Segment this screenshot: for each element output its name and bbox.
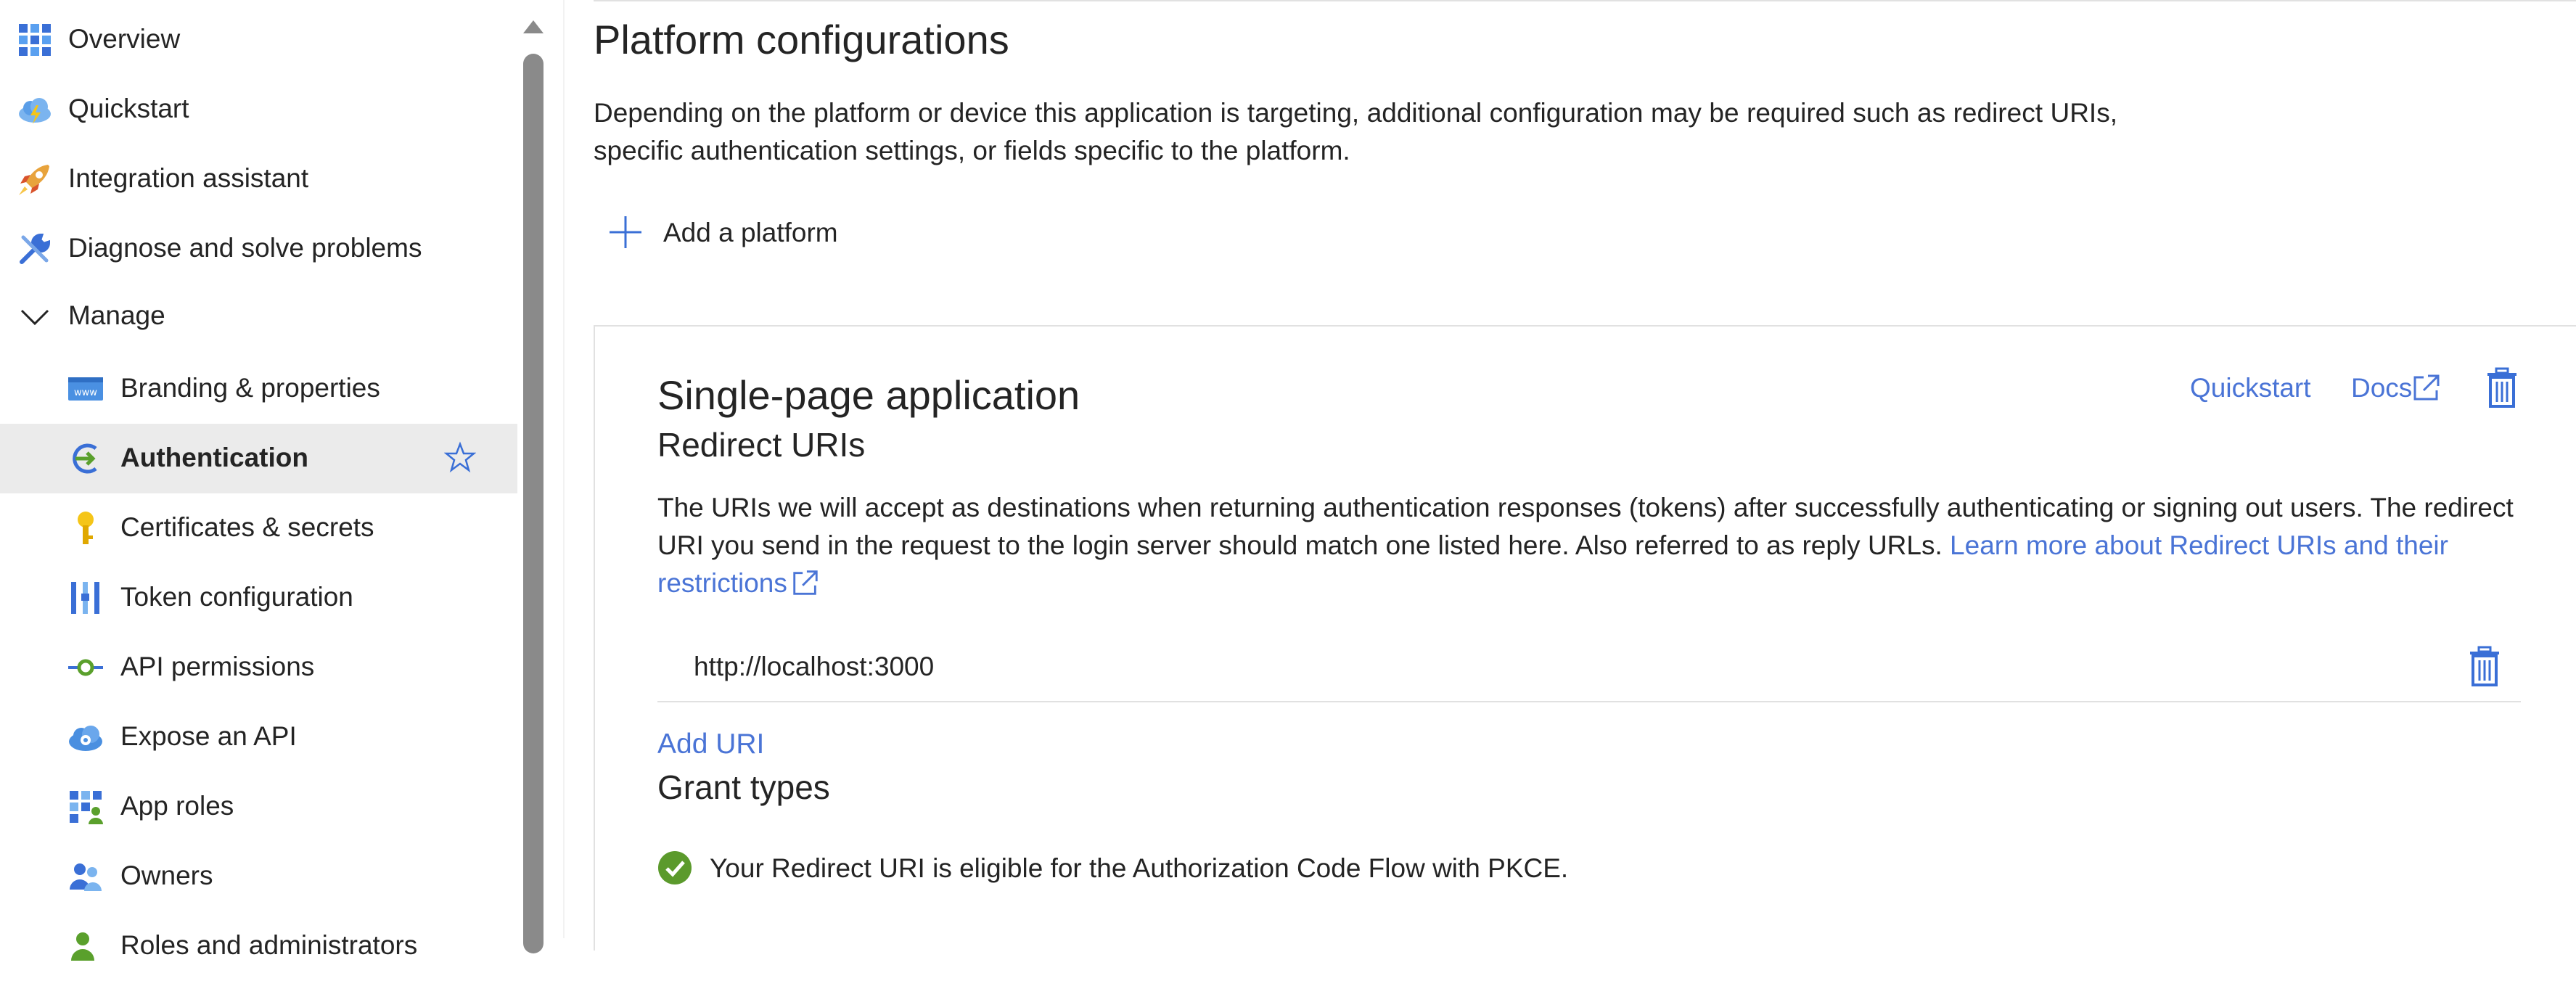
sidebar-item-label: Certificates & secrets	[120, 512, 374, 542]
platform-title: Single-page application	[657, 372, 1080, 418]
redirect-uri-value[interactable]: http://localhost:3000	[694, 652, 934, 682]
sidebar-item-label: Authentication	[120, 443, 308, 472]
page-description: Depending on the platform or device this…	[594, 98, 2117, 165]
sidebar-item-label: Expose an API	[120, 721, 297, 751]
quickstart-link[interactable]: Quickstart	[2190, 373, 2311, 403]
www-icon: www	[68, 377, 103, 401]
sidebar-item-label: Owners	[120, 861, 213, 890]
rocket-icon	[19, 165, 49, 195]
people-icon	[70, 863, 102, 891]
sidebar-item-api-permissions[interactable]: API permissions	[0, 633, 517, 702]
sidebar-item-label: Integration assistant	[68, 163, 309, 193]
scrollbar-thumb[interactable]	[523, 54, 543, 953]
redirect-uris-description: The URIs we will accept as destinations …	[657, 489, 2515, 602]
svg-text:www: www	[74, 387, 97, 398]
manage-group-toggle[interactable]: Manage	[0, 282, 517, 351]
sidebar-item-quickstart[interactable]: Quickstart	[0, 75, 517, 144]
grant-types-heading: Grant types	[657, 768, 830, 806]
sidebar-item-certificates[interactable]: Certificates & secrets	[0, 493, 517, 563]
sidebar-item-expose-api[interactable]: Expose an API	[0, 702, 517, 772]
sidebar-item-label: Token configuration	[120, 582, 353, 612]
chevron-down-icon	[20, 309, 49, 326]
app-roles-icon	[70, 791, 103, 824]
token-bars-icon	[71, 582, 99, 614]
cloud-lightning-icon	[19, 98, 51, 124]
sidebar-nav: Overview Quickstart Integration assistan…	[0, 0, 517, 961]
sidebar-item-diagnose[interactable]: Diagnose and solve problems	[0, 214, 517, 284]
redirect-uris-heading: Redirect URIs	[657, 426, 866, 464]
sidebar-item-branding[interactable]: www Branding & properties	[0, 354, 517, 424]
roles-icon	[71, 932, 94, 961]
sidebar-item-label: Roles and administrators	[120, 930, 418, 960]
add-platform-label: Add a platform	[663, 218, 838, 247]
success-check-icon	[658, 851, 692, 884]
add-uri-link[interactable]: Add URI	[657, 728, 764, 760]
sidebar-item-label: Diagnose and solve problems	[68, 233, 422, 263]
cloud-api-icon	[69, 726, 102, 751]
api-permissions-icon	[68, 659, 103, 676]
key-icon	[78, 512, 94, 544]
authentication-icon	[73, 443, 97, 474]
sidebar-item-label: API permissions	[120, 652, 315, 681]
sidebar-item-app-roles[interactable]: App roles	[0, 772, 517, 842]
sidebar-item-roles-administrators[interactable]: Roles and administrators	[0, 911, 517, 981]
page-title: Platform configurations	[594, 17, 1009, 62]
docs-link[interactable]: Docs	[2351, 373, 2412, 403]
delete-platform-icon[interactable]	[2485, 367, 2519, 409]
wrench-icon	[20, 233, 51, 264]
scroll-up-arrow-icon[interactable]	[521, 17, 546, 36]
sidebar-divider	[563, 0, 565, 938]
manage-group-label: Manage	[68, 300, 165, 330]
redirect-uri-row: http://localhost:3000	[657, 637, 2521, 702]
sidebar-item-integration-assistant[interactable]: Integration assistant	[0, 144, 517, 214]
sidebar-item-label: Quickstart	[68, 94, 189, 123]
delete-uri-icon[interactable]	[2467, 646, 2502, 688]
add-platform-button[interactable]: Add a platform	[607, 208, 868, 258]
sidebar-item-overview[interactable]: Overview	[0, 5, 517, 75]
favorite-star-icon[interactable]	[444, 441, 476, 473]
plus-icon	[610, 216, 641, 248]
sidebar-item-label: Overview	[68, 24, 181, 54]
top-border	[594, 0, 2576, 1]
sidebar-item-token-configuration[interactable]: Token configuration	[0, 563, 517, 633]
sidebar-item-label: Branding & properties	[120, 373, 380, 403]
grid-icon	[19, 24, 51, 56]
sidebar-item-owners[interactable]: Owners	[0, 842, 517, 911]
external-link-icon[interactable]	[2411, 372, 2442, 403]
sidebar-item-authentication[interactable]: Authentication	[0, 424, 517, 493]
sidebar-item-label: App roles	[120, 791, 234, 821]
grant-type-message: Your Redirect URI is eligible for the Au…	[710, 853, 1569, 883]
external-link-icon[interactable]	[790, 567, 821, 598]
